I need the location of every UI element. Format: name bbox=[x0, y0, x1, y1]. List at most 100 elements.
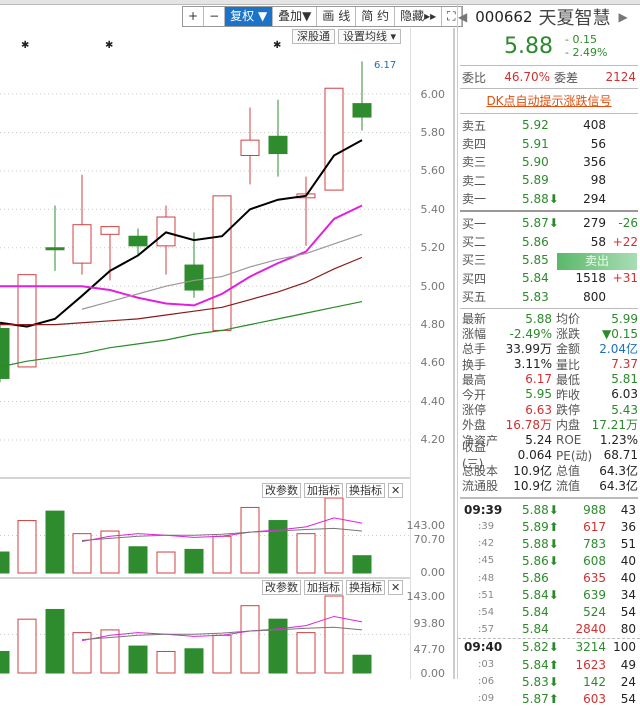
stat-row: 涨幅 -2.49% 涨跌 ▼0.15 bbox=[458, 326, 640, 342]
level-volume: 800 bbox=[583, 289, 606, 304]
volume-bar bbox=[184, 648, 204, 674]
stat-row: 外盘 16.78万 内盘 17.21万 bbox=[458, 417, 640, 432]
level-price: 5.87⬇ bbox=[522, 216, 559, 231]
volume-bar bbox=[45, 608, 65, 674]
volume-bar bbox=[184, 548, 204, 574]
stat-label: 流通股 bbox=[462, 479, 499, 494]
tick-time: :03 bbox=[478, 659, 495, 671]
close-icon[interactable]: ✕ bbox=[388, 483, 404, 498]
zoom-in-button[interactable]: + bbox=[183, 7, 205, 26]
order-book: 卖五 5.92 408 卖四 5.91 56 卖三 5.90 356 卖二 5.89 98 卖一 5.88… bbox=[458, 116, 640, 306]
event-marker-icon[interactable]: ✱ bbox=[105, 40, 113, 51]
axis-tick: 6.00 bbox=[420, 88, 446, 101]
volume-bar bbox=[296, 632, 316, 674]
weicha-label: 委差 bbox=[554, 70, 579, 85]
vol-axis-tick: 47.70 bbox=[413, 643, 446, 656]
tick-row: :51 5.84⬇ 639 34 bbox=[458, 587, 640, 604]
prev-stock-icon[interactable]: ◀ bbox=[458, 10, 467, 24]
level-price: 5.83 bbox=[522, 289, 549, 304]
zoom-out-button[interactable]: − bbox=[204, 7, 226, 26]
stat-value: 64.3亿 bbox=[599, 479, 638, 494]
event-marker-icon[interactable]: ✱ bbox=[21, 40, 29, 51]
stat-value: 10.9亿 bbox=[513, 479, 552, 494]
vol-axis-tick: 143.00 bbox=[406, 590, 446, 603]
stock-name: 天夏智慧 bbox=[538, 8, 611, 29]
kline-chart[interactable] bbox=[0, 0, 410, 679]
sell-button[interactable]: 卖出 bbox=[557, 253, 637, 270]
tick-price: 5.84⬆ bbox=[522, 657, 559, 672]
volume-bar bbox=[324, 497, 344, 574]
volume-bar bbox=[268, 618, 288, 674]
moving-average-line bbox=[0, 256, 363, 326]
tick-row: 09:39 5.88⬇ 988 43 bbox=[458, 501, 640, 518]
level-volume: 294 bbox=[583, 191, 606, 206]
candle-body bbox=[212, 195, 232, 331]
tick-volume: 617 bbox=[583, 519, 606, 534]
volume-bar bbox=[212, 535, 232, 574]
vol-axis-tick: 70.70 bbox=[413, 533, 446, 546]
tick-price: 5.83⬇ bbox=[522, 674, 559, 689]
sgt-button[interactable]: 深股通 bbox=[292, 29, 335, 44]
tick-volume: 608 bbox=[583, 553, 606, 568]
tick-time: :45 bbox=[478, 555, 495, 567]
level-price: 5.85 bbox=[522, 252, 549, 267]
tick-volume: 2840 bbox=[575, 622, 606, 637]
level-delta: -26 bbox=[618, 216, 638, 231]
tick-price: 5.88⬇ bbox=[522, 502, 559, 517]
candle-body bbox=[17, 274, 37, 368]
stat-value: 6.03 bbox=[611, 387, 638, 402]
vol-axis-tick: 0.00 bbox=[420, 566, 446, 579]
switch-indicator-button[interactable]: 换指标 bbox=[346, 580, 385, 595]
level-label: 买一 bbox=[462, 216, 487, 231]
draw-line-button[interactable]: 画 线 bbox=[317, 7, 357, 26]
candle-body bbox=[184, 264, 204, 291]
level-volume: 58 bbox=[590, 234, 606, 249]
simple-mode-button[interactable]: 简 约 bbox=[356, 7, 396, 26]
tick-volume: 3214 bbox=[575, 640, 606, 655]
edit-params-button[interactable]: 改参数 bbox=[262, 483, 301, 498]
close-icon[interactable]: ✕ bbox=[388, 580, 404, 595]
tick-list[interactable]: 09:39 5.88⬇ 988 43:39 5.89⬆ 617 36:42 5.88⬇ 783 5… bbox=[458, 501, 640, 707]
tick-price: 5.84 bbox=[522, 605, 549, 620]
stat-row: 最新 5.88 均价 5.99 bbox=[458, 311, 640, 327]
level-volume: 279 bbox=[583, 216, 606, 231]
volume-bar bbox=[156, 650, 176, 674]
stat-value: 6.63 bbox=[525, 402, 552, 417]
event-marker-icon[interactable]: ✱ bbox=[273, 40, 281, 51]
hide-panel-button[interactable]: 隐藏▸▸ bbox=[395, 7, 443, 26]
candle-body bbox=[268, 135, 288, 155]
switch-indicator-button[interactable]: 换指标 bbox=[346, 483, 385, 498]
tick-volume: 639 bbox=[583, 588, 606, 603]
volume-bar bbox=[17, 618, 37, 674]
stat-row: 流通股 10.9亿 流值 64.3亿 bbox=[458, 478, 640, 493]
stat-value: 33.99万 bbox=[505, 342, 552, 357]
add-indicator-button[interactable]: 加指标 bbox=[304, 580, 343, 595]
tick-time: :48 bbox=[478, 572, 495, 584]
ma-setting-dropdown[interactable]: 设置均线 ▾ bbox=[338, 29, 402, 44]
overlay-dropdown[interactable]: 叠加▼ bbox=[273, 7, 318, 26]
volume-bar bbox=[296, 533, 316, 574]
stat-value: 6.17 bbox=[525, 372, 552, 387]
fuquan-dropdown[interactable]: 复权 ▼ bbox=[225, 7, 274, 26]
tick-price: 5.88⬇ bbox=[522, 536, 559, 551]
axis-tick: 5.00 bbox=[420, 280, 446, 293]
stat-value: 5.43 bbox=[611, 402, 638, 417]
next-stock-icon[interactable]: ▶ bbox=[619, 10, 628, 24]
tick-time: :06 bbox=[478, 676, 495, 688]
level-price: 5.89 bbox=[522, 173, 549, 188]
level-label: 卖三 bbox=[462, 155, 487, 170]
tick-time: :39 bbox=[478, 521, 495, 533]
edit-params-button[interactable]: 改参数 bbox=[262, 580, 301, 595]
add-indicator-button[interactable]: 加指标 bbox=[304, 483, 343, 498]
volume-bar bbox=[268, 520, 288, 574]
price-change: - 0.15 bbox=[564, 33, 597, 46]
tick-volume: 635 bbox=[583, 571, 606, 586]
tick-price: 5.82⬇ bbox=[522, 640, 559, 655]
candle-body bbox=[240, 139, 260, 157]
tick-row: :03 5.84⬆ 1623 49 bbox=[458, 656, 640, 673]
moving-average-line bbox=[0, 204, 363, 307]
tick-price: 5.86⬇ bbox=[522, 553, 559, 568]
stats-table: 最新 5.88 均价 5.99 涨幅 -2.49% 涨跌 ▼0.15 总手 33.99万 金额 2.0… bbox=[458, 311, 640, 494]
level-label: 卖五 bbox=[462, 118, 487, 133]
dk-signal-link[interactable]: DK点自动提示涨跌信号 bbox=[458, 91, 640, 111]
